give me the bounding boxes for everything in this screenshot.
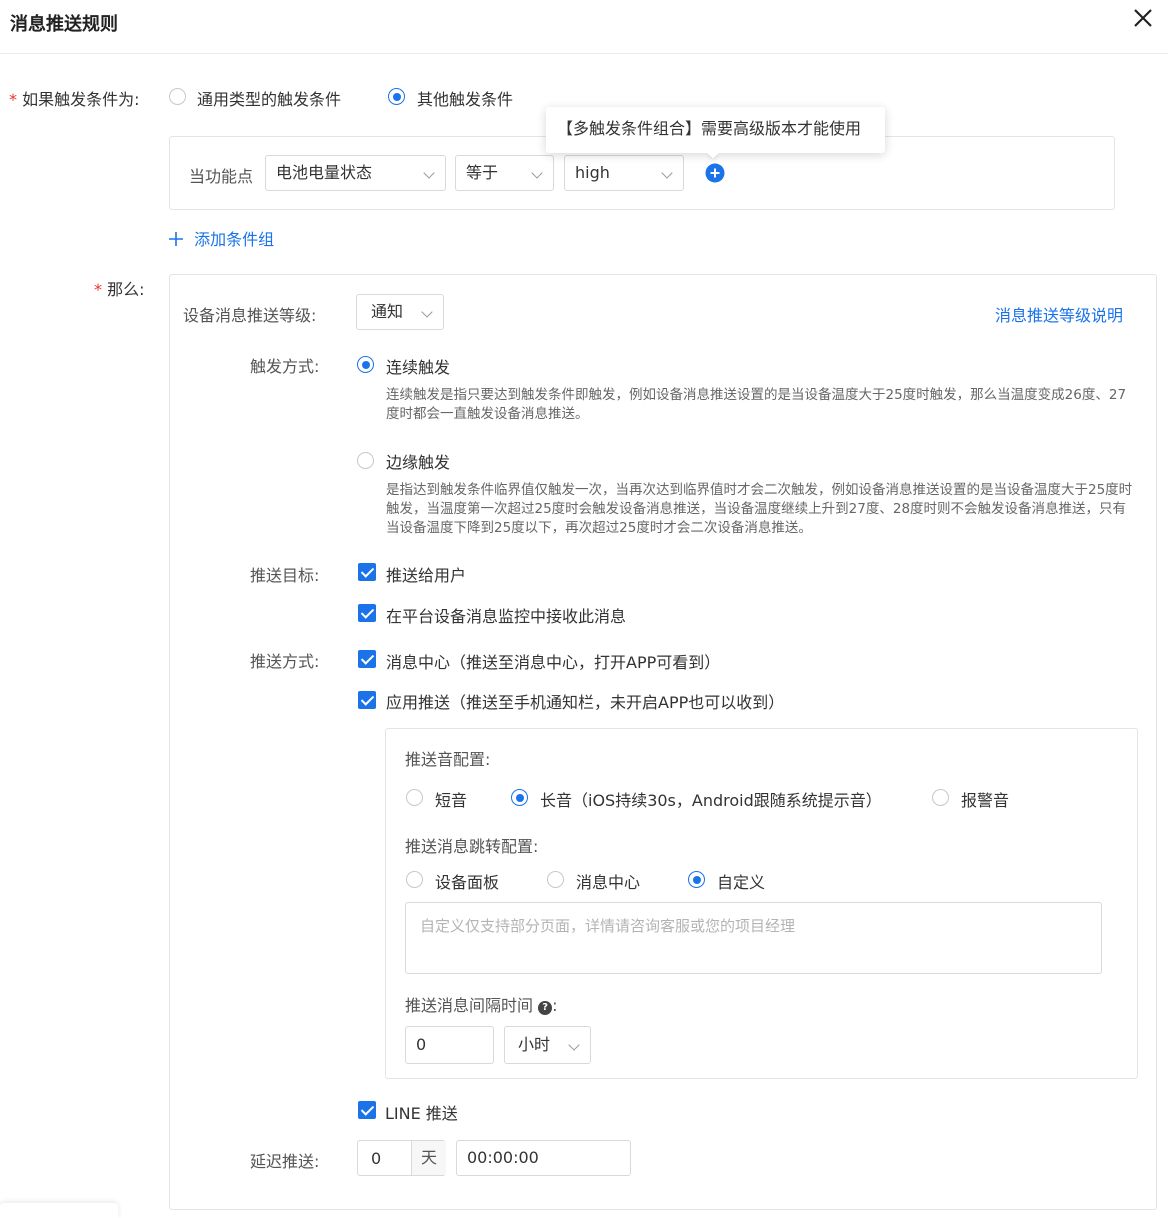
trigger-label: 如果触发条件为: [22,90,140,109]
required-mark: * [9,90,17,109]
level-select[interactable]: 通知 [356,294,444,330]
jump-custom-radio[interactable] [688,871,705,888]
continuous-trigger-radio[interactable] [357,356,374,373]
add-condition-icon[interactable] [705,163,725,183]
interval-unit-value: 小时 [518,1035,551,1054]
interval-input[interactable]: 0 [405,1026,494,1064]
sound-short-radio[interactable] [406,789,423,806]
jump-label: 推送消息跳转配置: [405,837,539,856]
interval-unit-select[interactable]: 小时 [504,1026,591,1064]
close-icon[interactable] [1131,6,1155,30]
trigger-general-radio[interactable] [169,88,186,105]
method-label: 推送方式: [250,652,320,671]
condition-value-select[interactable]: high [564,155,684,191]
target-user-checkbox[interactable] [358,563,376,581]
condition-operator-select[interactable]: 等于 [455,155,554,191]
target-user-label: 推送给用户 [386,566,467,585]
delay-days-input[interactable]: 0 [371,1149,381,1168]
line-push-checkbox[interactable] [358,1101,376,1119]
sound-short-label: 短音 [435,791,468,810]
condition-prefix: 当功能点 [189,167,254,186]
delay-days-group: 0 天 [357,1140,446,1176]
tooltip-multi-condition: 【多触发条件组合】需要高级版本才能使用 [546,107,885,153]
sound-alarm-radio[interactable] [932,789,949,806]
help-icon[interactable]: ? [538,1001,553,1015]
jump-device-panel-label: 设备面板 [435,873,500,892]
line-push-label: LINE 推送 [385,1104,458,1123]
edge-trigger-radio[interactable] [357,452,374,469]
target-label: 推送目标: [250,566,320,585]
trigger-other-label: 其他触发条件 [417,90,514,109]
level-label: 设备消息推送等级: [183,306,317,325]
chevron-down-icon [531,167,543,179]
method-message-center-label: 消息中心（推送至消息中心，打开APP可看到） [386,653,721,672]
sound-long-label: 长音（iOS持续30s，Android跟随系统提示音） [540,791,882,810]
trigger-label-row: * 如果触发条件为: [9,86,140,110]
condition-field-value: 电池电量状态 [276,163,373,182]
chevron-down-icon [568,1039,580,1051]
jump-device-panel-radio[interactable] [406,871,423,888]
condition-operator-value: 等于 [466,163,499,182]
sound-long-radio[interactable] [511,789,528,806]
trigger-other-radio[interactable] [388,88,405,105]
continuous-trigger-label: 连续触发 [386,358,451,377]
interval-label-row: 推送消息间隔时间 ?: [405,996,558,1015]
method-app-push-checkbox[interactable] [358,691,376,709]
target-monitor-checkbox[interactable] [358,604,376,622]
floating-card-edge [0,1203,118,1218]
edge-trigger-label: 边缘触发 [386,453,451,472]
continuous-trigger-desc: 连续触发是指只要达到触发条件即触发，例如设备消息推送设置的是当设备温度大于25度… [386,387,1127,422]
jump-message-center-label: 消息中心 [576,873,641,892]
level-help-link[interactable]: 消息推送等级说明 [995,302,1123,326]
delay-time-input[interactable]: 00:00:00 [456,1140,631,1176]
condition-field-select[interactable]: 电池电量状态 [265,155,446,191]
interval-value: 0 [416,1035,427,1054]
delay-day-unit: 天 [411,1141,446,1175]
chevron-down-icon [423,167,435,179]
method-message-center-checkbox[interactable] [358,650,376,668]
dialog-title: 消息推送规则 [10,14,118,35]
custom-path-placeholder: 自定义仅支持部分页面，详情请咨询客服或您的项目经理 [420,917,796,935]
level-value: 通知 [371,302,404,321]
delay-label: 延迟推送: [250,1152,320,1171]
add-condition-group-label: 添加条件组 [194,230,275,249]
delay-time-value: 00:00:00 [467,1148,539,1167]
required-mark: * [94,280,102,299]
condition-value-value: high [575,163,610,182]
chevron-down-icon [661,167,673,179]
interval-label: 推送消息间隔时间 [405,996,534,1015]
mode-label: 触发方式: [250,357,320,376]
then-label-row: * 那么: [94,276,145,300]
trigger-general-label: 通用类型的触发条件 [197,90,342,109]
add-condition-group-button[interactable]: 添加条件组 [168,226,274,250]
edge-trigger-desc: 是指达到触发条件临界值仅触发一次，当再次达到临界值时才会二次触发，例如设备消息推… [386,482,1133,536]
sound-label: 推送音配置: [405,750,491,769]
chevron-down-icon [421,306,433,318]
jump-custom-label: 自定义 [717,873,766,892]
target-monitor-label: 在平台设备消息监控中接收此消息 [386,607,627,626]
jump-message-center-radio[interactable] [547,871,564,888]
dialog-header: 消息推送规则 [0,0,1168,54]
method-app-push-label: 应用推送（推送至手机通知栏，未开启APP也可以收到） [386,693,785,712]
plus-icon [169,232,183,246]
sound-alarm-label: 报警音 [961,791,1010,810]
custom-path-input[interactable]: 自定义仅支持部分页面，详情请咨询客服或您的项目经理 [405,902,1102,974]
then-label: 那么: [107,280,145,299]
